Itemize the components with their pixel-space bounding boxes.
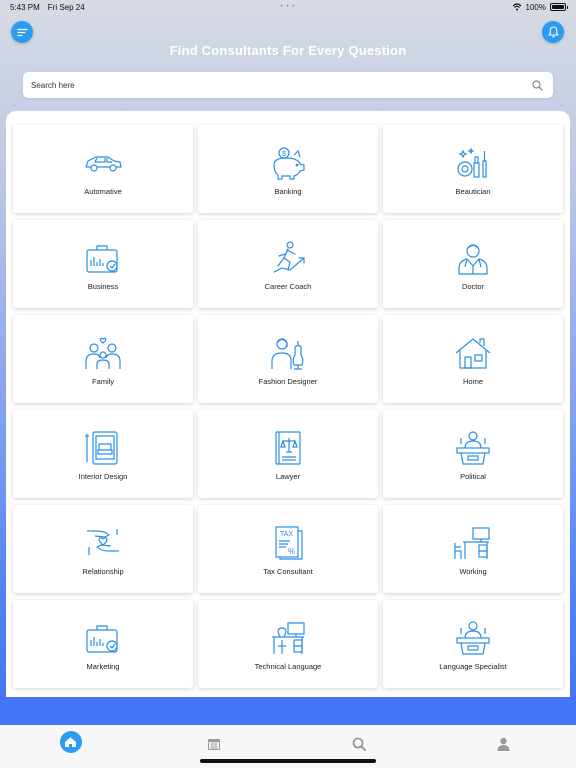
- hands-heart-icon: [87, 529, 119, 555]
- menu-lines-icon: [16, 28, 28, 36]
- multitasking-dots[interactable]: • • •: [281, 4, 296, 10]
- category-card-family[interactable]: Family: [13, 315, 193, 403]
- category-card-technical-language[interactable]: Technical Language: [198, 600, 378, 688]
- briefcase-icon: [86, 245, 118, 273]
- category-panel: Automative $ Banking Beautician Business…: [6, 111, 570, 697]
- status-date: Fri Sep 24: [47, 2, 85, 12]
- status-bar: 5:43 PM Fri Sep 24 • • • 100%: [0, 0, 576, 14]
- speaker-podium-icon: [456, 621, 490, 655]
- fashion-designer-icon: [271, 338, 304, 370]
- category-label: Home: [462, 377, 483, 386]
- category-label: Lawyer: [275, 472, 301, 481]
- law-book-icon: [275, 431, 301, 465]
- svg-text:TAX: TAX: [280, 531, 293, 538]
- category-label: Language Specialist: [439, 662, 507, 671]
- tax-document-icon: TAX %: [275, 526, 303, 560]
- user-icon: [497, 737, 510, 751]
- search-icon[interactable]: [532, 79, 543, 91]
- category-card-beautician[interactable]: Beautician: [383, 125, 563, 213]
- search-bar[interactable]: [23, 72, 553, 98]
- category-label: Beautician: [455, 187, 491, 196]
- category-card-lawyer[interactable]: Lawyer: [198, 410, 378, 498]
- technical-desk-icon: [272, 622, 305, 654]
- home-indicator[interactable]: [200, 759, 376, 763]
- piggy-bank-icon: $: [273, 147, 305, 180]
- category-card-marketing[interactable]: Marketing: [13, 600, 193, 688]
- runner-growth-icon: [273, 241, 305, 273]
- category-label: Relationship: [82, 567, 124, 576]
- category-card-working[interactable]: Working: [383, 505, 563, 593]
- category-label: Fashion Designer: [258, 377, 318, 386]
- house-icon: [455, 338, 491, 369]
- svg-text:%: %: [288, 547, 295, 556]
- search-input[interactable]: [31, 80, 532, 90]
- interior-tablet-icon: [85, 431, 118, 465]
- search-icon: [352, 737, 366, 751]
- tab-search[interactable]: [346, 731, 372, 757]
- workstation-icon: [454, 527, 490, 559]
- category-label: Banking: [274, 187, 302, 196]
- tab-calendar[interactable]: [201, 731, 227, 757]
- category-card-interior-design[interactable]: Interior Design: [13, 410, 193, 498]
- tab-profile[interactable]: [491, 731, 517, 757]
- marketing-briefcase-icon: [86, 625, 118, 653]
- category-label: Interior Design: [78, 472, 128, 481]
- podium-icon: [456, 431, 490, 465]
- category-label: Tax Consultant: [263, 567, 313, 576]
- category-label: Career Coach: [264, 282, 312, 291]
- svg-text:$: $: [282, 151, 286, 158]
- category-label: Technical Language: [254, 662, 322, 671]
- page-title: Find Consultants For Every Question: [169, 43, 407, 58]
- category-card-business[interactable]: Business: [13, 220, 193, 308]
- calendar-icon: [207, 739, 220, 750]
- notifications-button[interactable]: [542, 21, 564, 43]
- home-icon: [65, 737, 76, 747]
- category-label: Automative: [84, 187, 122, 196]
- category-card-career-coach[interactable]: Career Coach: [198, 220, 378, 308]
- bell-icon: [547, 26, 559, 38]
- category-card-political[interactable]: Political: [383, 410, 563, 498]
- doctor-icon: [458, 244, 488, 275]
- status-time: 5:43 PM: [10, 2, 40, 12]
- battery-percent: 100%: [525, 2, 546, 12]
- category-label: Working: [459, 567, 487, 576]
- menu-button[interactable]: [11, 21, 33, 43]
- battery-icon: [550, 3, 568, 11]
- category-label: Business: [87, 282, 119, 291]
- tab-home[interactable]: [59, 731, 82, 753]
- category-label: Political: [460, 472, 486, 481]
- category-label: Family: [91, 377, 115, 386]
- category-card-relationship[interactable]: Relationship: [13, 505, 193, 593]
- category-card-home[interactable]: Home: [383, 315, 563, 403]
- category-card-tax-consultant[interactable]: TAX % Tax Consultant: [198, 505, 378, 593]
- category-card-automative[interactable]: Automative: [13, 125, 193, 213]
- category-grid: Automative $ Banking Beautician Business…: [13, 125, 564, 688]
- category-card-doctor[interactable]: Doctor: [383, 220, 563, 308]
- wifi-icon: [512, 3, 521, 11]
- category-card-banking[interactable]: $ Banking: [198, 125, 378, 213]
- category-card-fashion-designer[interactable]: Fashion Designer: [198, 315, 378, 403]
- category-card-language-specialist[interactable]: Language Specialist: [383, 600, 563, 688]
- cosmetics-icon: [457, 147, 487, 178]
- family-icon: [85, 337, 121, 369]
- category-label: Doctor: [461, 282, 485, 291]
- category-label: Marketing: [86, 662, 120, 671]
- car-icon: [85, 156, 122, 172]
